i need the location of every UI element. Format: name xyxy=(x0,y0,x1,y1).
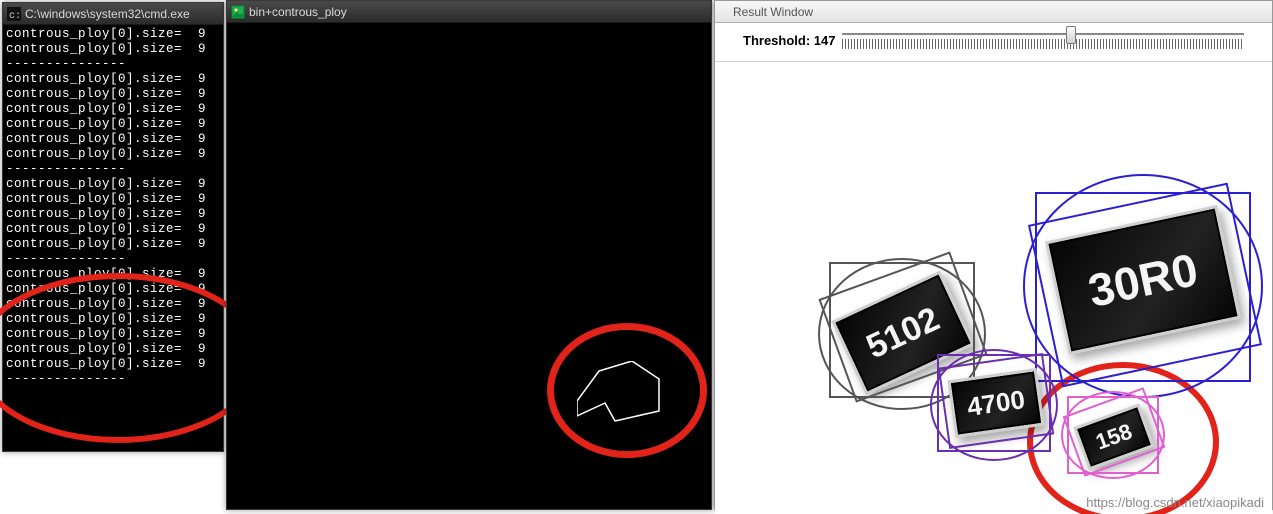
slider-track xyxy=(842,33,1245,35)
fit-ellipse xyxy=(1023,174,1263,398)
cmd-line: controus_ploy[0].size= 9 xyxy=(6,72,220,87)
cmd-line: --------------- xyxy=(6,162,220,177)
watermark: https://blog.csdn.net/xiaopikadi xyxy=(1086,495,1264,510)
annotation-circle-cmd xyxy=(0,273,263,443)
threshold-control: Threshold: 147 xyxy=(715,23,1272,62)
cmd-icon: c:\ xyxy=(7,7,21,21)
result-title: Result Window xyxy=(733,5,813,19)
fit-ellipse xyxy=(1061,391,1165,479)
threshold-value: 147 xyxy=(814,33,836,48)
fit-ellipse xyxy=(930,349,1058,461)
threshold-slider[interactable] xyxy=(842,29,1245,51)
cmd-line: controus_ploy[0].size= 9 xyxy=(6,177,220,192)
slider-thumb[interactable] xyxy=(1066,26,1076,44)
cmd-line: --------------- xyxy=(6,57,220,72)
cmd-line: controus_ploy[0].size= 9 xyxy=(6,222,220,237)
result-canvas: https://blog.csdn.net/xiaopikadi 510230R… xyxy=(715,62,1272,514)
cmd-line: controus_ploy[0].size= 9 xyxy=(6,132,220,147)
cmd-line: controus_ploy[0].size= 9 xyxy=(6,117,220,132)
cmd-titlebar[interactable]: c:\ C:\windows\system32\cmd.exe xyxy=(3,3,223,25)
cmd-window: c:\ C:\windows\system32\cmd.exe controus… xyxy=(2,2,224,452)
threshold-label: Threshold: xyxy=(743,33,810,48)
bin-canvas xyxy=(227,23,711,509)
cmd-line: controus_ploy[0].size= 9 xyxy=(6,192,220,207)
cmd-line: controus_ploy[0].size= 9 xyxy=(6,27,220,42)
svg-text:c:\: c:\ xyxy=(9,10,21,21)
cmd-line: controus_ploy[0].size= 9 xyxy=(6,87,220,102)
cmd-line: controus_ploy[0].size= 9 xyxy=(6,207,220,222)
annotation-circle-bin xyxy=(547,323,707,458)
result-window: Result Window Threshold: 147 https://blo… xyxy=(714,0,1273,510)
result-titlebar[interactable]: Result Window xyxy=(715,1,1272,23)
slider-ticks xyxy=(842,39,1245,49)
cmd-line: controus_ploy[0].size= 9 xyxy=(6,42,220,57)
bin-contour-window: bin+controus_ploy xyxy=(226,0,712,510)
image-icon xyxy=(231,5,245,19)
cmd-title: C:\windows\system32\cmd.exe xyxy=(25,7,190,21)
cmd-line: controus_ploy[0].size= 9 xyxy=(6,147,220,162)
bin-titlebar[interactable]: bin+controus_ploy xyxy=(227,1,711,23)
cmd-line: --------------- xyxy=(6,252,220,267)
cmd-line: controus_ploy[0].size= 9 xyxy=(6,237,220,252)
cmd-line: controus_ploy[0].size= 9 xyxy=(6,102,220,117)
bin-title: bin+controus_ploy xyxy=(249,5,347,19)
